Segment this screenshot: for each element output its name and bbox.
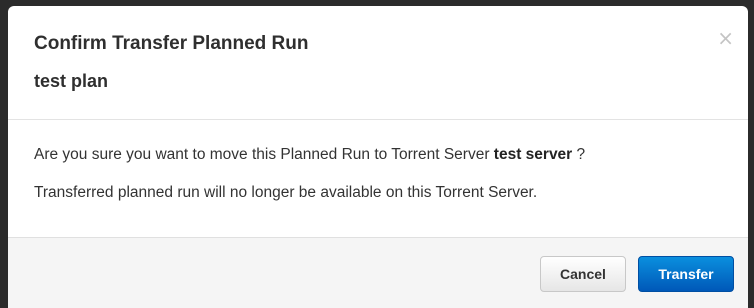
cancel-button[interactable]: Cancel	[540, 256, 626, 292]
confirm-message-suffix: ?	[572, 146, 586, 163]
server-name: test server	[493, 146, 573, 163]
plan-name: test plan	[34, 71, 109, 91]
confirm-message-prefix: Are you sure you want to move this Plann…	[34, 146, 494, 163]
warning-message: Transferred planned run will no longer b…	[34, 184, 538, 201]
dialog-body: Are you sure you want to move this Plann…	[8, 120, 748, 238]
dialog-title: Confirm Transfer Planned Run	[34, 33, 309, 54]
dialog-footer: Cancel Transfer	[8, 237, 748, 308]
confirm-transfer-dialog: Confirm Transfer Planned Run test plan ×…	[8, 6, 748, 308]
confirm-message: Are you sure you want to move this Plann…	[34, 144, 722, 166]
close-icon[interactable]: ×	[717, 28, 734, 48]
transfer-button[interactable]: Transfer	[638, 256, 734, 292]
dialog-header: Confirm Transfer Planned Run test plan ×	[8, 6, 748, 120]
